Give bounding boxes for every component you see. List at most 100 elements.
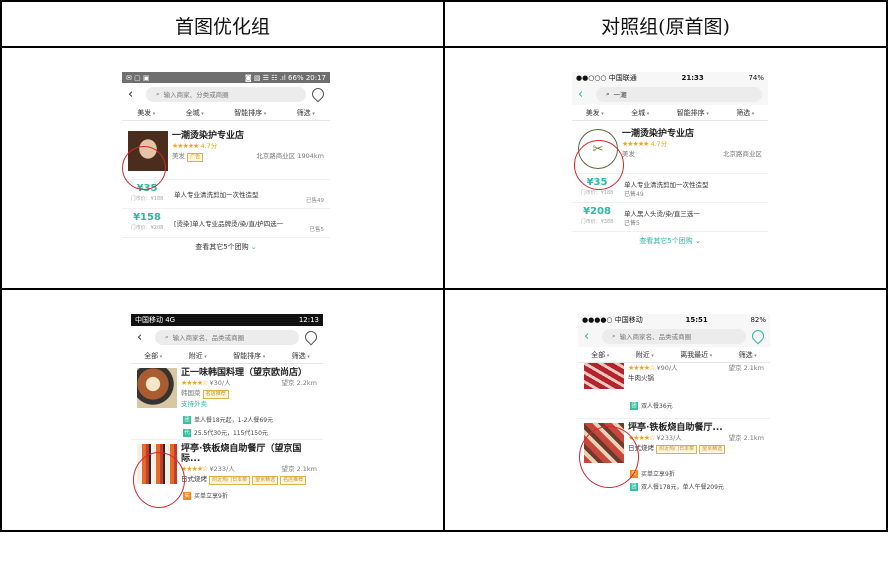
pay-discount-icon: 买 (183, 491, 191, 500)
header-control: 对照组(原首图) (601, 16, 730, 38)
search-row: ‹ ⌕ 输入商家名、品类或商圈 (131, 326, 323, 348)
shop-price: ¥90/人 (656, 364, 678, 372)
search-input[interactable]: ⌕ 输入商家、分类或商圈 (146, 86, 306, 102)
comparison-grid: 首图优化组 对照组(原首图) ✉ ▢ ▣ ◙ ▧ ☰ ☷ .ıl 66% 20:… (0, 0, 888, 567)
search-input[interactable]: ⌕ 一潮 (596, 86, 762, 102)
grid-line-left (0, 0, 2, 532)
filter-bar: 美发 全城 智能排序 筛选 (572, 105, 768, 121)
promo-text: 买单立享9折 (194, 493, 228, 500)
shop-name: 一潮烫染护专业店 (622, 129, 695, 139)
group-deal-icon: 团 (630, 482, 638, 491)
rating-stars-icon: ★★★★☆ (181, 465, 208, 473)
rating-score: 4.7分 (650, 140, 668, 148)
more-deals-link[interactable]: 查看其它5个团购 ⌄ (572, 231, 768, 250)
screenshot-control-salon: ●●○○○ 中国联通 21:33 74% ‹ ⌕一潮 美发 全城 智能排序 筛选… (572, 72, 768, 277)
grid-line-center (443, 0, 445, 532)
status-carrier: ●●●●○ 中国移动 (582, 315, 643, 324)
chevron-down-icon: ⌄ (694, 237, 701, 245)
voucher-icon: 代 (183, 428, 191, 437)
search-input[interactable]: ⌕ 输入商家名、品类或商圈 (602, 328, 746, 344)
deal-price: ¥158 (133, 212, 161, 223)
deal-row[interactable]: ¥158 门市价：¥208 [烫染]单人专业品牌烫/染/直/护四选一 已售5 (122, 208, 330, 237)
filter-sort[interactable]: 智能排序 (234, 108, 266, 118)
back-icon[interactable]: ‹ (584, 330, 596, 343)
filter-category[interactable]: 美发 (137, 108, 155, 118)
back-icon[interactable]: ‹ (128, 88, 140, 101)
filter-sort[interactable]: 智能排序 (677, 108, 709, 118)
promo-row[interactable]: 团双人餐36元 (578, 399, 770, 412)
promo-row[interactable]: 代 25.5代30元，115代150元 (131, 426, 323, 439)
search-icon: ⌕ (612, 331, 616, 340)
screenshot-optimized-restaurant: 中国移动 4G 12:13 ‹ ⌕输入商家名、品类或商圈 全部 附近 智能排序 … (131, 314, 323, 524)
shop-card[interactable]: ★★★★☆ ¥90/人 望京 2.1km 牛肉火锅 (578, 363, 770, 393)
deal-title: 单人专业清洗剪加一次性造型 (624, 180, 709, 189)
screenshot-optimized-salon: ✉ ▢ ▣ ◙ ▧ ☰ ☷ .ıl 66% 20:17 ‹ ⌕ 输入商家、分类或商… (122, 72, 330, 277)
filter-category[interactable]: 美发 (586, 108, 604, 118)
back-icon[interactable]: ‹ (137, 331, 149, 344)
filter-area[interactable]: 全城 (186, 108, 204, 118)
back-icon[interactable]: ‹ (578, 88, 590, 101)
shop-distance: 2.1km (296, 465, 317, 473)
location-icon[interactable] (309, 85, 327, 103)
shop-area: 北京路商业区 (256, 152, 296, 160)
shop-category: 韩国菜 (181, 389, 201, 397)
filter-bar: 全部 附近 离我最近 筛选 (578, 347, 770, 363)
filter-category[interactable]: 全部 (591, 350, 609, 360)
shop-category: 美发 (622, 150, 635, 158)
location-icon[interactable] (302, 328, 320, 346)
filter-area[interactable]: 附近 (636, 350, 654, 360)
shop-card[interactable]: 正一味韩国料理（望京欧尚店） ★★★★☆ ¥30/人 望京 2.2km 韩国菜 名… (131, 364, 323, 413)
location-icon[interactable] (749, 327, 767, 345)
more-deals-label: 查看其它5个团购 (195, 243, 249, 251)
deal-sold: 已售5 (624, 219, 640, 227)
promo-row[interactable]: 团单人餐18元起，1-2人餐69元 (131, 413, 323, 426)
shop-distance: 2.1km (743, 434, 764, 442)
deal-title: [烫染]单人专业品牌烫/染/直/护四选一 (174, 220, 284, 228)
more-deals-label: 查看其它5个团购 (639, 237, 693, 245)
rating-stars-icon: ★★★★☆ (628, 364, 655, 372)
promo-text: 单人餐18元起，1-2人餐69元 (194, 417, 274, 424)
group-deal-icon: 团 (630, 401, 638, 410)
filter-area[interactable]: 附近 (189, 351, 207, 361)
deal-price: ¥208 (583, 206, 611, 217)
search-placeholder: 输入商家、分类或商圈 (163, 91, 229, 99)
filter-more[interactable]: 筛选 (292, 351, 310, 361)
filter-sort[interactable]: 离我最近 (680, 350, 712, 360)
promo-text: 双人餐36元 (641, 403, 673, 410)
rating-score: 4.7分 (200, 142, 218, 150)
filter-more[interactable]: 筛选 (297, 108, 315, 118)
ad-tag: 广告 (187, 153, 204, 162)
deal-sold: 已售49 (624, 190, 644, 198)
rating-stars-icon: ★★★★☆ (181, 379, 208, 387)
filter-area[interactable]: 全城 (631, 108, 649, 118)
filter-more[interactable]: 筛选 (739, 350, 757, 360)
shop-extra: 支持外卖 (181, 400, 207, 408)
more-deals-link[interactable]: 查看其它5个团购 ⌄ (122, 237, 330, 256)
status-battery: 74% (748, 73, 764, 82)
deal-title: 单人黑人头烫/染/直三选一 (624, 209, 700, 218)
status-carrier: 中国移动 4G (135, 316, 176, 324)
search-icon: ⌕ (606, 89, 610, 98)
status-bar: 中国移动 4G 12:13 (131, 314, 323, 326)
shop-tag: 望京精选 (252, 476, 279, 485)
deal-row[interactable]: ¥208 门市价：¥388 单人黑人头烫/染/直三选一 已售5 (572, 202, 768, 231)
chevron-down-icon: ⌄ (250, 243, 257, 251)
promo-text: 25.5代30元，115代150元 (194, 430, 268, 437)
deal-sold: 已售5 (309, 227, 325, 233)
deal-original-price: 门市价：¥208 (130, 225, 164, 231)
status-battery: 82% (750, 315, 766, 324)
shop-tag: 名店推荐 (280, 476, 307, 485)
shop-name: 正一味韩国料理（望京欧尚店） (181, 368, 308, 378)
deal-original-price: 门市价：¥388 (580, 219, 614, 225)
status-notification-icons: ✉ ▢ ▣ (126, 73, 150, 82)
status-time: 12:13 (298, 316, 319, 324)
filter-sort[interactable]: 智能排序 (233, 351, 265, 361)
filter-more[interactable]: 筛选 (736, 108, 754, 118)
deal-title: 单人专业清洗剪加一次性造型 (174, 191, 259, 199)
shop-category: 美发 (172, 152, 185, 160)
shop-photo (584, 363, 624, 389)
filter-category[interactable]: 全部 (144, 351, 162, 361)
search-input[interactable]: ⌕ 输入商家名、品类或商圈 (155, 329, 299, 345)
status-bar: ✉ ▢ ▣ ◙ ▧ ☰ ☷ .ıl 66% 20:17 (122, 72, 330, 83)
shop-tag: 附近热门日本菜 (656, 445, 698, 454)
